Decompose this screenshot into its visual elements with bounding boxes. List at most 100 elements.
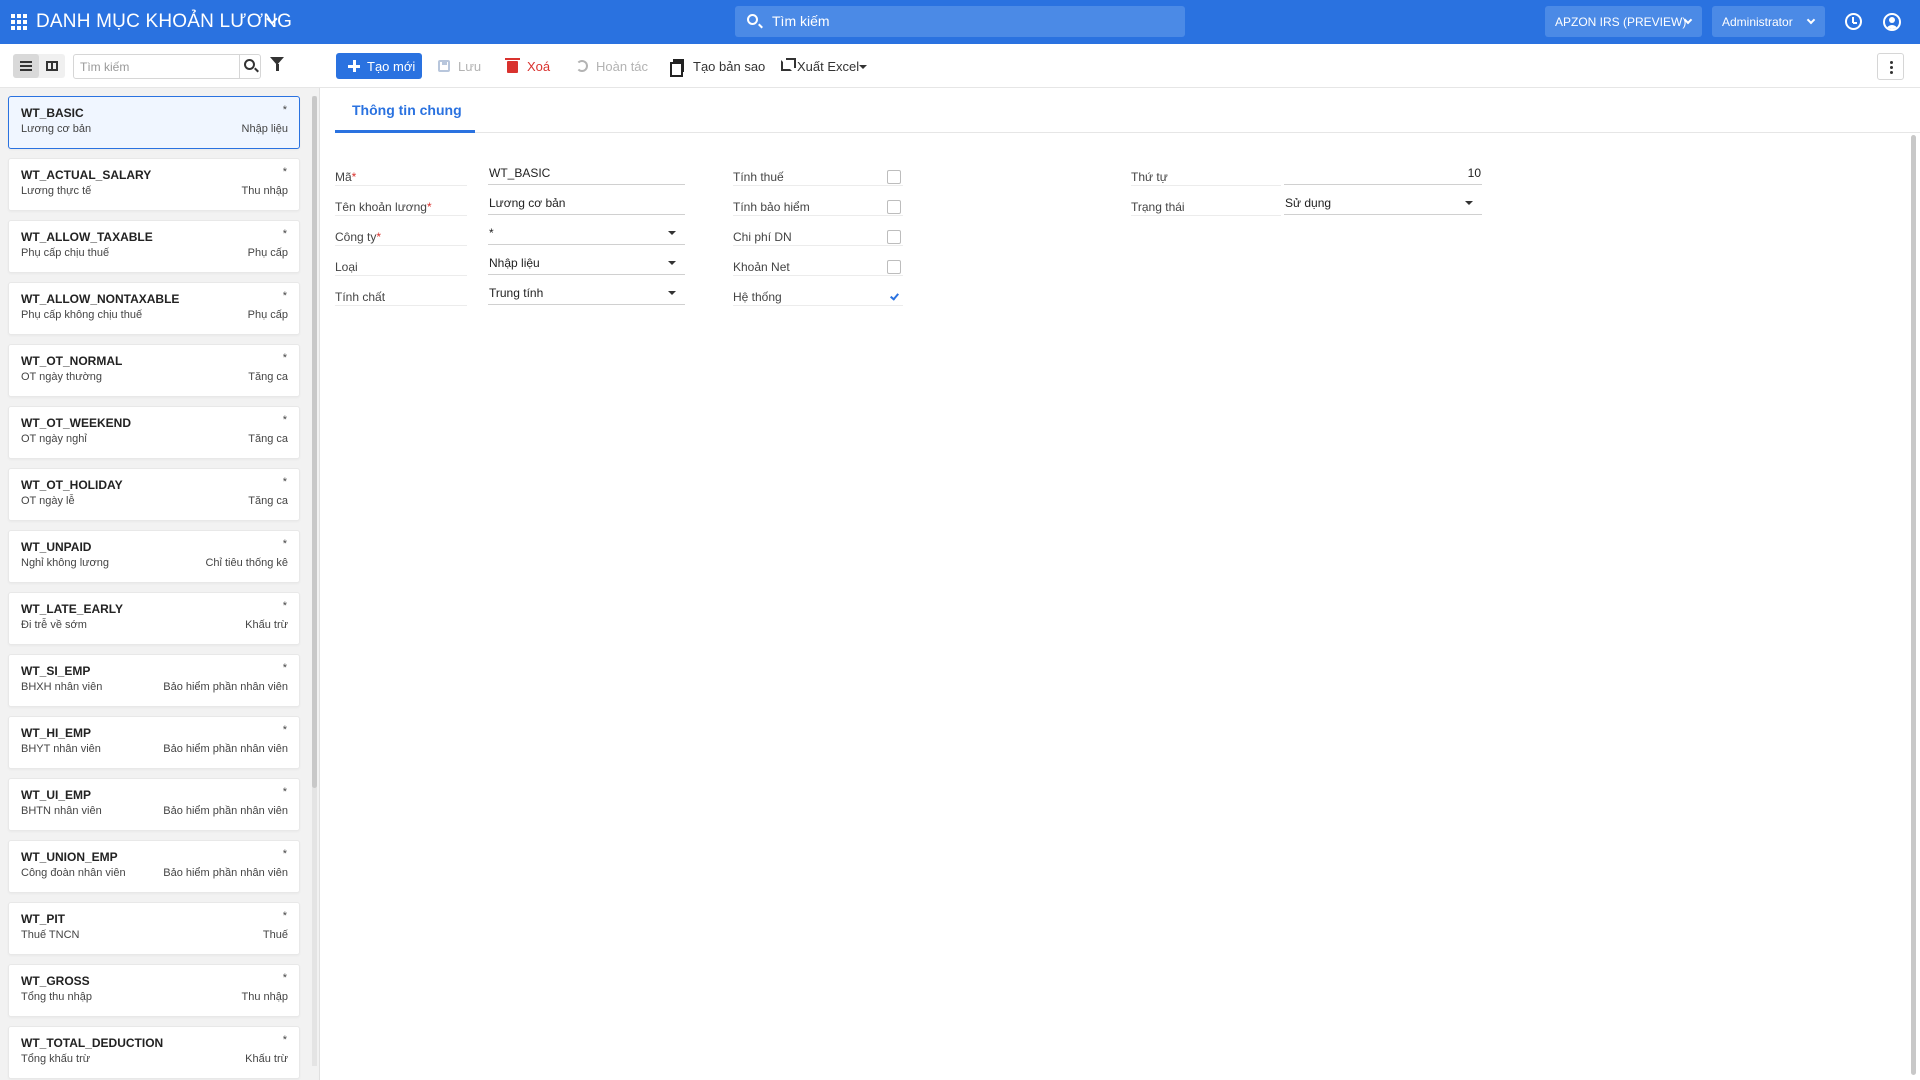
status-label: Trạng thái — [1131, 200, 1185, 214]
duplicate-button[interactable]: Tạo bản sao — [670, 53, 765, 79]
item-category: Thuế — [262, 929, 288, 941]
code-field[interactable]: WT_BASIC — [488, 161, 685, 185]
toolbar: Tìm kiếm Tạo mới Lưu Xoá Hoàn tác Tạo bả… — [0, 44, 1920, 88]
item-category: Thu nhập — [241, 185, 288, 197]
insurance-checkbox[interactable] — [887, 200, 901, 214]
item-marker: * — [282, 352, 287, 364]
item-marker: * — [282, 724, 287, 736]
undo-button-label: Hoàn tác — [596, 59, 649, 74]
item-category: Bảo hiểm phần nhân viên — [163, 805, 288, 817]
top-bar: DANH MỤC KHOẢN LƯƠNG Tìm kiếm APZON IRS … — [0, 0, 1920, 44]
table-view-button[interactable] — [39, 54, 65, 78]
list-view-button[interactable] — [13, 54, 39, 78]
sidebar-scrollbar-thumb[interactable] — [312, 96, 317, 788]
company-label: Công ty* — [335, 230, 382, 244]
item-category: Khấu trừ — [245, 619, 288, 631]
item-code: WT_HI_EMP — [21, 726, 92, 740]
list-item[interactable]: WT_UI_EMP BHTN nhân viên Bảo hiểm phần nhâ… — [8, 778, 300, 831]
copy-icon — [670, 59, 684, 77]
caret-down-icon — [859, 65, 867, 69]
item-code: WT_OT_NORMAL — [21, 354, 123, 368]
list-item[interactable]: WT_OT_HOLIDAY OT ngày lễ Tăng ca * — [8, 468, 300, 521]
list-item[interactable]: WT_TOTAL_DEDUCTION Tổng khấu trừ Khấu trừ * — [8, 1026, 300, 1079]
system-label: Hệ thống — [733, 290, 782, 304]
filter-icon[interactable] — [270, 57, 284, 71]
item-marker: * — [282, 476, 287, 488]
nature-label: Tính chất — [335, 290, 386, 304]
list-item[interactable]: WT_ALLOW_TAXABLE Phụ cấp chịu thuế Phụ cấp… — [8, 220, 300, 273]
list-item[interactable]: WT_PIT Thuế TNCN Thuế * — [8, 902, 300, 955]
sidebar-search-input[interactable]: Tìm kiếm — [73, 54, 261, 79]
item-code: WT_SI_EMP — [21, 664, 91, 678]
user-menu[interactable]: Administrator — [1712, 6, 1825, 37]
list-item[interactable]: WT_ALLOW_NONTAXABLE Phụ cấp không chịu th… — [8, 282, 300, 335]
item-category: Chỉ tiêu thống kê — [205, 557, 288, 569]
item-category: Nhập liệu — [241, 123, 288, 135]
type-select[interactable]: Nhập liệu — [488, 251, 685, 275]
undo-icon — [576, 60, 588, 72]
main-scrollbar[interactable] — [1911, 135, 1916, 1075]
item-name: Tổng thu nhập — [21, 991, 92, 1003]
item-name: Lương thực tế — [21, 185, 92, 197]
item-marker: * — [282, 166, 287, 178]
nature-select[interactable]: Trung tính — [488, 281, 685, 305]
clock-icon[interactable] — [1845, 13, 1862, 30]
app-title[interactable]: DANH MỤC KHOẢN LƯƠNG — [36, 11, 292, 33]
delete-button[interactable]: Xoá — [505, 53, 551, 79]
tab-general-info[interactable]: Thông tin chung — [335, 88, 475, 133]
list-item[interactable]: WT_ACTUAL_SALARY Lương thực tế Thu nhập * — [8, 158, 300, 211]
create-button-label: Tạo mới — [367, 59, 416, 74]
export-excel-button[interactable]: Xuất Excel — [781, 53, 871, 79]
item-code: WT_GROSS — [21, 974, 90, 988]
global-search-input[interactable]: Tìm kiếm — [735, 6, 1185, 37]
item-category: Bảo hiểm phần nhân viên — [163, 867, 288, 879]
item-marker: * — [282, 910, 287, 922]
order-field[interactable]: 10 — [1284, 161, 1482, 185]
undo-button[interactable]: Hoàn tác — [574, 53, 649, 79]
item-name: OT ngày lễ — [21, 495, 75, 507]
list-item[interactable]: WT_LATE_EARLY Đi trễ về sớm Khấu trừ * — [8, 592, 300, 645]
list-icon — [20, 61, 32, 71]
create-button[interactable]: Tạo mới — [336, 53, 422, 79]
item-name: Tổng khấu trừ — [21, 1053, 91, 1065]
tab-label: Thông tin chung — [352, 102, 462, 118]
list-item[interactable]: WT_UNION_EMP Công đoàn nhân viên Bảo hiểm … — [8, 840, 300, 893]
list-item[interactable]: WT_GROSS Tổng thu nhập Thu nhập * — [8, 964, 300, 1017]
salary-name-field[interactable]: Lương cơ bản — [488, 191, 685, 215]
apps-grid-icon[interactable] — [11, 14, 27, 30]
list-item[interactable]: WT_UNPAID Nghỉ không lương Chỉ tiêu thống … — [8, 530, 300, 583]
item-name: Đi trễ về sớm — [21, 619, 87, 631]
company-cost-checkbox[interactable] — [887, 230, 901, 244]
list-item[interactable]: WT_SI_EMP BHXH nhân viên Bảo hiểm phần nhâ… — [8, 654, 300, 707]
check-icon — [890, 291, 899, 301]
list-item[interactable]: WT_OT_NORMAL OT ngày thường Tăng ca * — [8, 344, 300, 397]
caret-down-icon — [1465, 201, 1473, 205]
list-item[interactable]: WT_OT_WEEKEND OT ngày nghỉ Tăng ca * — [8, 406, 300, 459]
table-icon — [46, 61, 58, 71]
more-options-button[interactable] — [1877, 53, 1904, 80]
item-name: Phụ cấp không chịu thuế — [21, 309, 143, 321]
company-select[interactable]: * — [488, 221, 685, 245]
salary-item-list: WT_BASIC Lương cơ bản Nhập liệu * WT_ACTUAL_… — [8, 96, 302, 1080]
item-category: Bảo hiểm phần nhân viên — [163, 743, 288, 755]
external-link-icon — [781, 58, 796, 71]
item-name: OT ngày nghỉ — [21, 433, 87, 445]
system-checkbox[interactable] — [887, 290, 901, 304]
item-name: Nghỉ không lương — [21, 557, 109, 569]
tax-checkbox[interactable] — [887, 170, 901, 184]
user-avatar-icon[interactable] — [1883, 13, 1901, 31]
item-category: Tăng ca — [248, 495, 288, 507]
salary-name-label: Tên khoản lương* — [335, 200, 432, 214]
sidebar: WT_BASIC Lương cơ bản Nhập liệu * WT_ACTUAL_… — [0, 88, 320, 1080]
item-name: OT ngày thường — [21, 371, 103, 383]
status-select[interactable]: Sử dụng — [1284, 191, 1482, 215]
item-category: Bảo hiểm phần nhân viên — [163, 681, 288, 693]
search-icon[interactable] — [244, 59, 255, 70]
company-selector[interactable]: APZON IRS (PREVIEW) — [1545, 6, 1702, 37]
duplicate-button-label: Tạo bản sao — [693, 59, 766, 74]
list-item[interactable]: WT_BASIC Lương cơ bản Nhập liệu * — [8, 96, 300, 149]
net-checkbox[interactable] — [887, 260, 901, 274]
trash-icon — [505, 58, 520, 73]
list-item[interactable]: WT_HI_EMP BHYT nhân viên Bảo hiểm phần nhâ… — [8, 716, 300, 769]
save-button[interactable]: Lưu — [438, 53, 484, 79]
